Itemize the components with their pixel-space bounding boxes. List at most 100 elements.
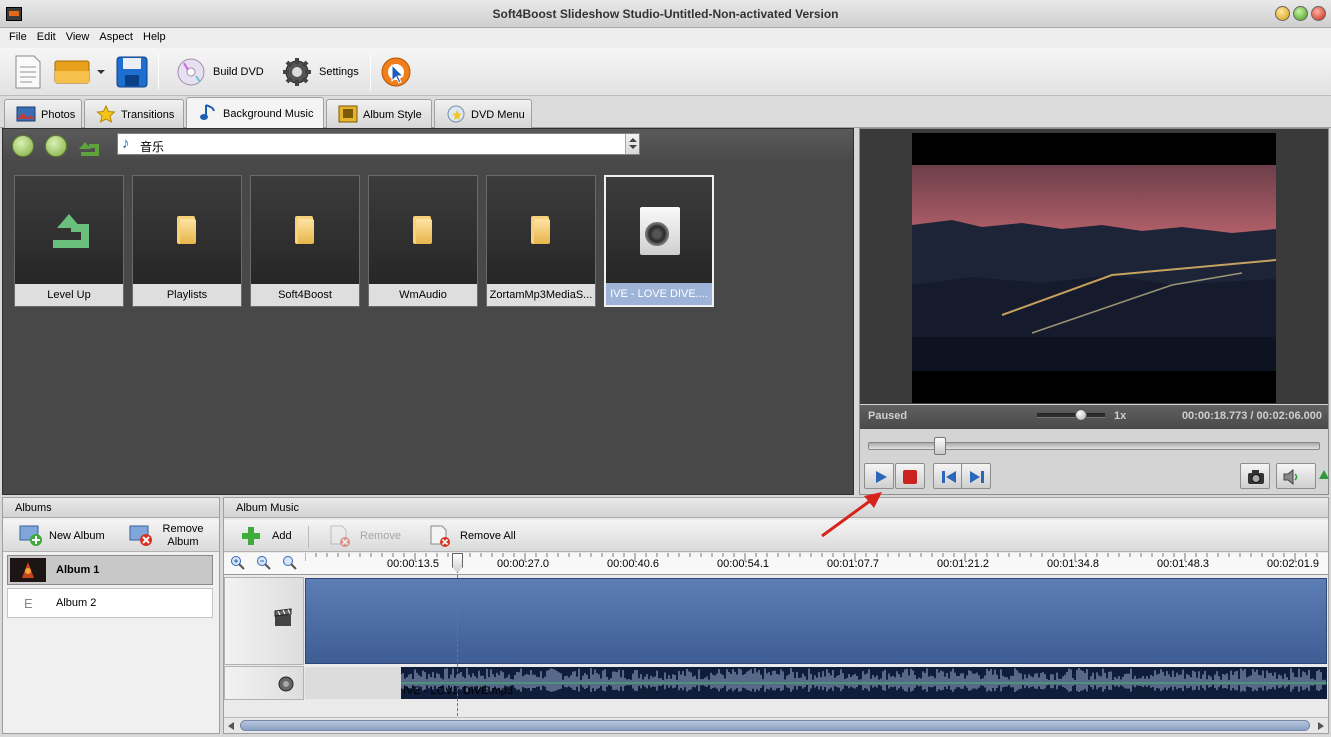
tile-level-up[interactable]: Level Up xyxy=(14,175,124,307)
back-button[interactable] xyxy=(12,135,34,157)
remove-all-icon xyxy=(430,525,450,547)
zoom-fit-icon[interactable] xyxy=(282,555,298,571)
scrollbar-thumb[interactable] xyxy=(240,720,1310,731)
tile-audio-file[interactable]: IVE - LOVE DIVE.... xyxy=(604,175,714,307)
new-project-icon[interactable] xyxy=(14,55,42,89)
new-album-icon xyxy=(19,525,42,546)
tile-folder[interactable]: WmAudio xyxy=(368,175,478,307)
menu-file[interactable]: File xyxy=(4,28,32,43)
remove-all-button[interactable]: Remove All xyxy=(428,522,528,550)
snapshot-button[interactable] xyxy=(1240,463,1270,489)
album-item[interactable]: Album 1 xyxy=(7,555,213,585)
level-up-icon xyxy=(53,214,89,248)
tab-dvd-menu[interactable]: DVD Menu xyxy=(434,99,532,128)
window-title: Soft4Boost Slideshow Studio-Untitled-Non… xyxy=(492,7,839,21)
close-button[interactable] xyxy=(1311,6,1326,21)
add-music-button[interactable]: Add xyxy=(240,522,310,550)
tab-album-style[interactable]: Album Style xyxy=(326,99,432,128)
speed-slider[interactable] xyxy=(1037,409,1105,421)
previous-button[interactable] xyxy=(933,463,963,489)
folder-up-icon[interactable] xyxy=(77,136,101,156)
tile-folder[interactable]: Soft4Boost xyxy=(250,175,360,307)
menu-edit[interactable]: Edit xyxy=(32,28,61,43)
audio-track-header xyxy=(224,666,304,700)
chevron-down-icon[interactable] xyxy=(96,68,106,76)
folder-icon xyxy=(177,216,197,244)
albums-header: Albums xyxy=(3,498,219,518)
albums-panel: Albums New Album Remove Album Album 1 E … xyxy=(2,497,220,734)
toolbar-separator xyxy=(370,54,371,90)
path-combo[interactable]: ♪ 音乐 xyxy=(117,133,640,155)
ruler-tick-label: 00:00:27.0 xyxy=(497,558,549,570)
browser-nav-bar: ♪ 音乐 xyxy=(3,129,853,161)
maximize-button[interactable] xyxy=(1293,6,1308,21)
menu-view[interactable]: View xyxy=(61,28,95,43)
open-project-icon[interactable] xyxy=(54,58,92,86)
audio-clip[interactable]: IVE - LOVE DIVE.mp3 xyxy=(401,667,1327,699)
preview-screen xyxy=(860,129,1328,404)
volume-button[interactable] xyxy=(1276,463,1316,489)
remove-album-button[interactable]: Remove Album xyxy=(129,521,213,551)
help-cursor-icon[interactable] xyxy=(380,56,412,88)
folder-icon xyxy=(295,216,315,244)
tab-background-music[interactable]: Background Music xyxy=(186,97,324,129)
settings-button[interactable]: Settings xyxy=(280,54,366,90)
album-music-panel: Album Music Add Remove Remove All 00:00:… xyxy=(223,497,1329,734)
tile-caption: Level Up xyxy=(15,284,123,306)
photos-icon xyxy=(16,106,36,122)
tile-folder[interactable]: ZortamMp3MediaS... xyxy=(486,175,596,307)
music-note-icon: ♪ xyxy=(122,135,130,152)
playback-status-bar: Paused 1x 00:00:18.773 / 00:02:06.000 xyxy=(860,405,1328,429)
new-album-button[interactable]: New Album xyxy=(17,522,113,550)
tab-strip: Photos Transitions Background Music Albu… xyxy=(0,96,1331,129)
audio-clip-name: IVE - LOVE DIVE.mp3 xyxy=(403,685,514,697)
seek-slider-thumb[interactable] xyxy=(934,437,946,455)
music-note-icon xyxy=(200,104,215,120)
speed-label: 1x xyxy=(1114,410,1127,422)
video-track[interactable] xyxy=(305,578,1327,664)
camera-icon xyxy=(1248,470,1264,484)
play-button[interactable] xyxy=(864,463,894,489)
save-project-icon[interactable] xyxy=(116,56,148,88)
zoom-out-icon[interactable] xyxy=(256,555,272,571)
timeline-scrollbar[interactable] xyxy=(224,717,1328,733)
remove-all-label: Remove All xyxy=(460,530,516,542)
city-night-image xyxy=(912,165,1276,371)
album-music-header-label: Album Music xyxy=(236,502,299,514)
ruler-tick-label: 00:02:01.9 xyxy=(1267,558,1319,570)
zoom-in-icon[interactable] xyxy=(230,555,246,571)
remove-label: Remove xyxy=(360,530,401,542)
timeline-ruler[interactable]: 00:00:13.5 00:00:27.0 00:00:40.6 00:00:5… xyxy=(224,553,1328,575)
scroll-left-icon[interactable] xyxy=(227,721,235,731)
skip-forward-icon xyxy=(970,471,984,483)
next-button[interactable] xyxy=(961,463,991,489)
stop-button[interactable] xyxy=(895,463,925,489)
albums-toolbar: New Album Remove Album xyxy=(3,520,219,552)
ruler-tick-label: 00:01:34.8 xyxy=(1047,558,1099,570)
build-dvd-button[interactable]: Build DVD xyxy=(172,54,272,90)
tile-caption: Playlists xyxy=(133,284,241,306)
tab-dvd-menu-label: DVD Menu xyxy=(471,109,525,121)
tab-photos[interactable]: Photos xyxy=(4,99,82,128)
forward-button[interactable] xyxy=(45,135,67,157)
remove-music-button[interactable]: Remove xyxy=(328,522,408,550)
minimize-button[interactable] xyxy=(1275,6,1290,21)
menu-bar: File Edit View Aspect Help xyxy=(0,28,1331,48)
dvd-menu-icon xyxy=(447,105,465,123)
combo-arrows-icon[interactable] xyxy=(625,134,639,154)
albums-header-label: Albums xyxy=(15,502,52,514)
volume-up-icon[interactable] xyxy=(1318,468,1330,482)
audio-file-icon xyxy=(640,207,680,255)
menu-help[interactable]: Help xyxy=(138,28,171,43)
folder-icon xyxy=(531,216,551,244)
tab-transitions[interactable]: Transitions xyxy=(84,99,184,128)
tile-folder[interactable]: Playlists xyxy=(132,175,242,307)
ruler-tick-label: 00:01:48.3 xyxy=(1157,558,1209,570)
scroll-right-icon[interactable] xyxy=(1317,721,1325,731)
menu-aspect[interactable]: Aspect xyxy=(94,28,138,43)
path-text: 音乐 xyxy=(140,140,165,154)
album-music-toolbar: Add Remove Remove All xyxy=(224,520,1328,552)
speed-slider-thumb[interactable] xyxy=(1075,409,1087,421)
seek-slider[interactable] xyxy=(868,437,1320,455)
album-item[interactable]: E Album 2 xyxy=(7,588,213,618)
